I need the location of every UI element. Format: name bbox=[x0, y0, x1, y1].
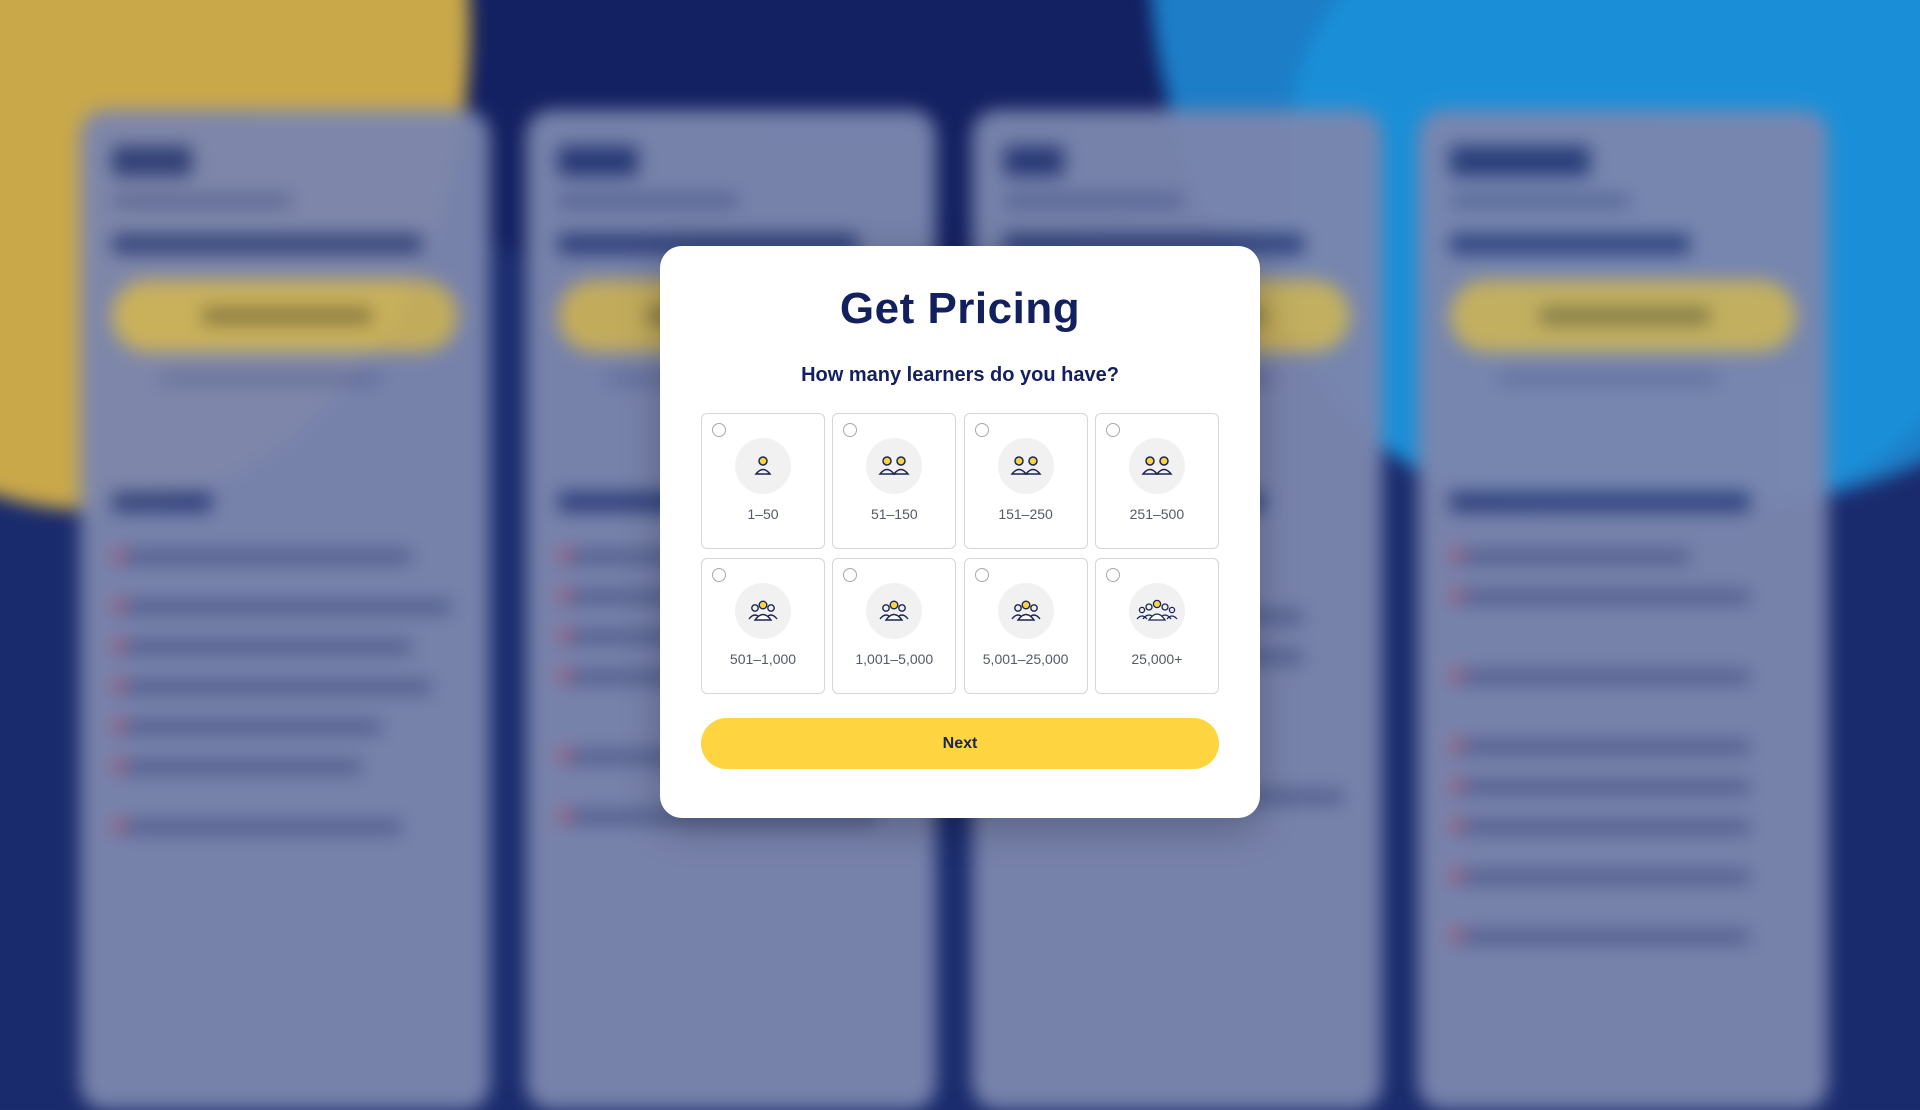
small-group-icon bbox=[997, 583, 1054, 639]
option-25000-plus[interactable]: 25,000+ bbox=[1094, 558, 1219, 694]
radio-button[interactable] bbox=[843, 568, 858, 582]
option-label: 1,001–5,000 bbox=[855, 651, 934, 667]
single-person-icon bbox=[735, 438, 791, 494]
radio-button[interactable] bbox=[843, 423, 858, 437]
next-button[interactable]: Next bbox=[701, 718, 1219, 769]
radio-button[interactable] bbox=[974, 423, 989, 437]
pricing-plan-card bbox=[1418, 110, 1828, 1110]
small-group-icon bbox=[866, 583, 923, 639]
option-5001-25000[interactable]: 5,001–25,000 bbox=[963, 558, 1088, 694]
pricing-plan-card bbox=[80, 110, 490, 1110]
option-151-250[interactable]: 151–250 bbox=[963, 413, 1088, 549]
radio-button[interactable] bbox=[712, 423, 726, 437]
option-label: 25,000+ bbox=[1131, 651, 1183, 667]
option-501-1000[interactable]: 501–1,000 bbox=[701, 558, 825, 694]
small-group-icon bbox=[735, 583, 791, 639]
radio-button[interactable] bbox=[712, 568, 726, 582]
option-51-150[interactable]: 51–150 bbox=[832, 413, 957, 549]
option-1001-5000[interactable]: 1,001–5,000 bbox=[832, 558, 957, 694]
radio-button[interactable] bbox=[974, 568, 989, 582]
learners-question: How many learners do you have? bbox=[801, 364, 1119, 386]
two-people-icon bbox=[866, 438, 923, 494]
option-label: 501–1,000 bbox=[729, 651, 797, 667]
option-label: 1–50 bbox=[747, 506, 779, 522]
learner-count-options: 1–50 51–150 151–250 251–500 501–1,000 1,… bbox=[701, 413, 1219, 694]
two-people-icon bbox=[997, 438, 1054, 494]
option-label: 5,001–25,000 bbox=[982, 651, 1069, 667]
modal-title: Get Pricing bbox=[839, 284, 1081, 333]
option-251-500[interactable]: 251–500 bbox=[1094, 413, 1219, 549]
large-group-icon bbox=[1128, 583, 1185, 639]
option-label: 251–500 bbox=[1129, 506, 1185, 522]
option-1-50[interactable]: 1–50 bbox=[701, 413, 825, 549]
radio-button[interactable] bbox=[1105, 568, 1120, 582]
two-people-icon bbox=[1128, 438, 1185, 494]
option-label: 51–150 bbox=[870, 506, 918, 522]
radio-button[interactable] bbox=[1105, 423, 1120, 437]
option-label: 151–250 bbox=[998, 506, 1053, 522]
get-pricing-modal: Get Pricing How many learners do you hav… bbox=[660, 246, 1260, 818]
